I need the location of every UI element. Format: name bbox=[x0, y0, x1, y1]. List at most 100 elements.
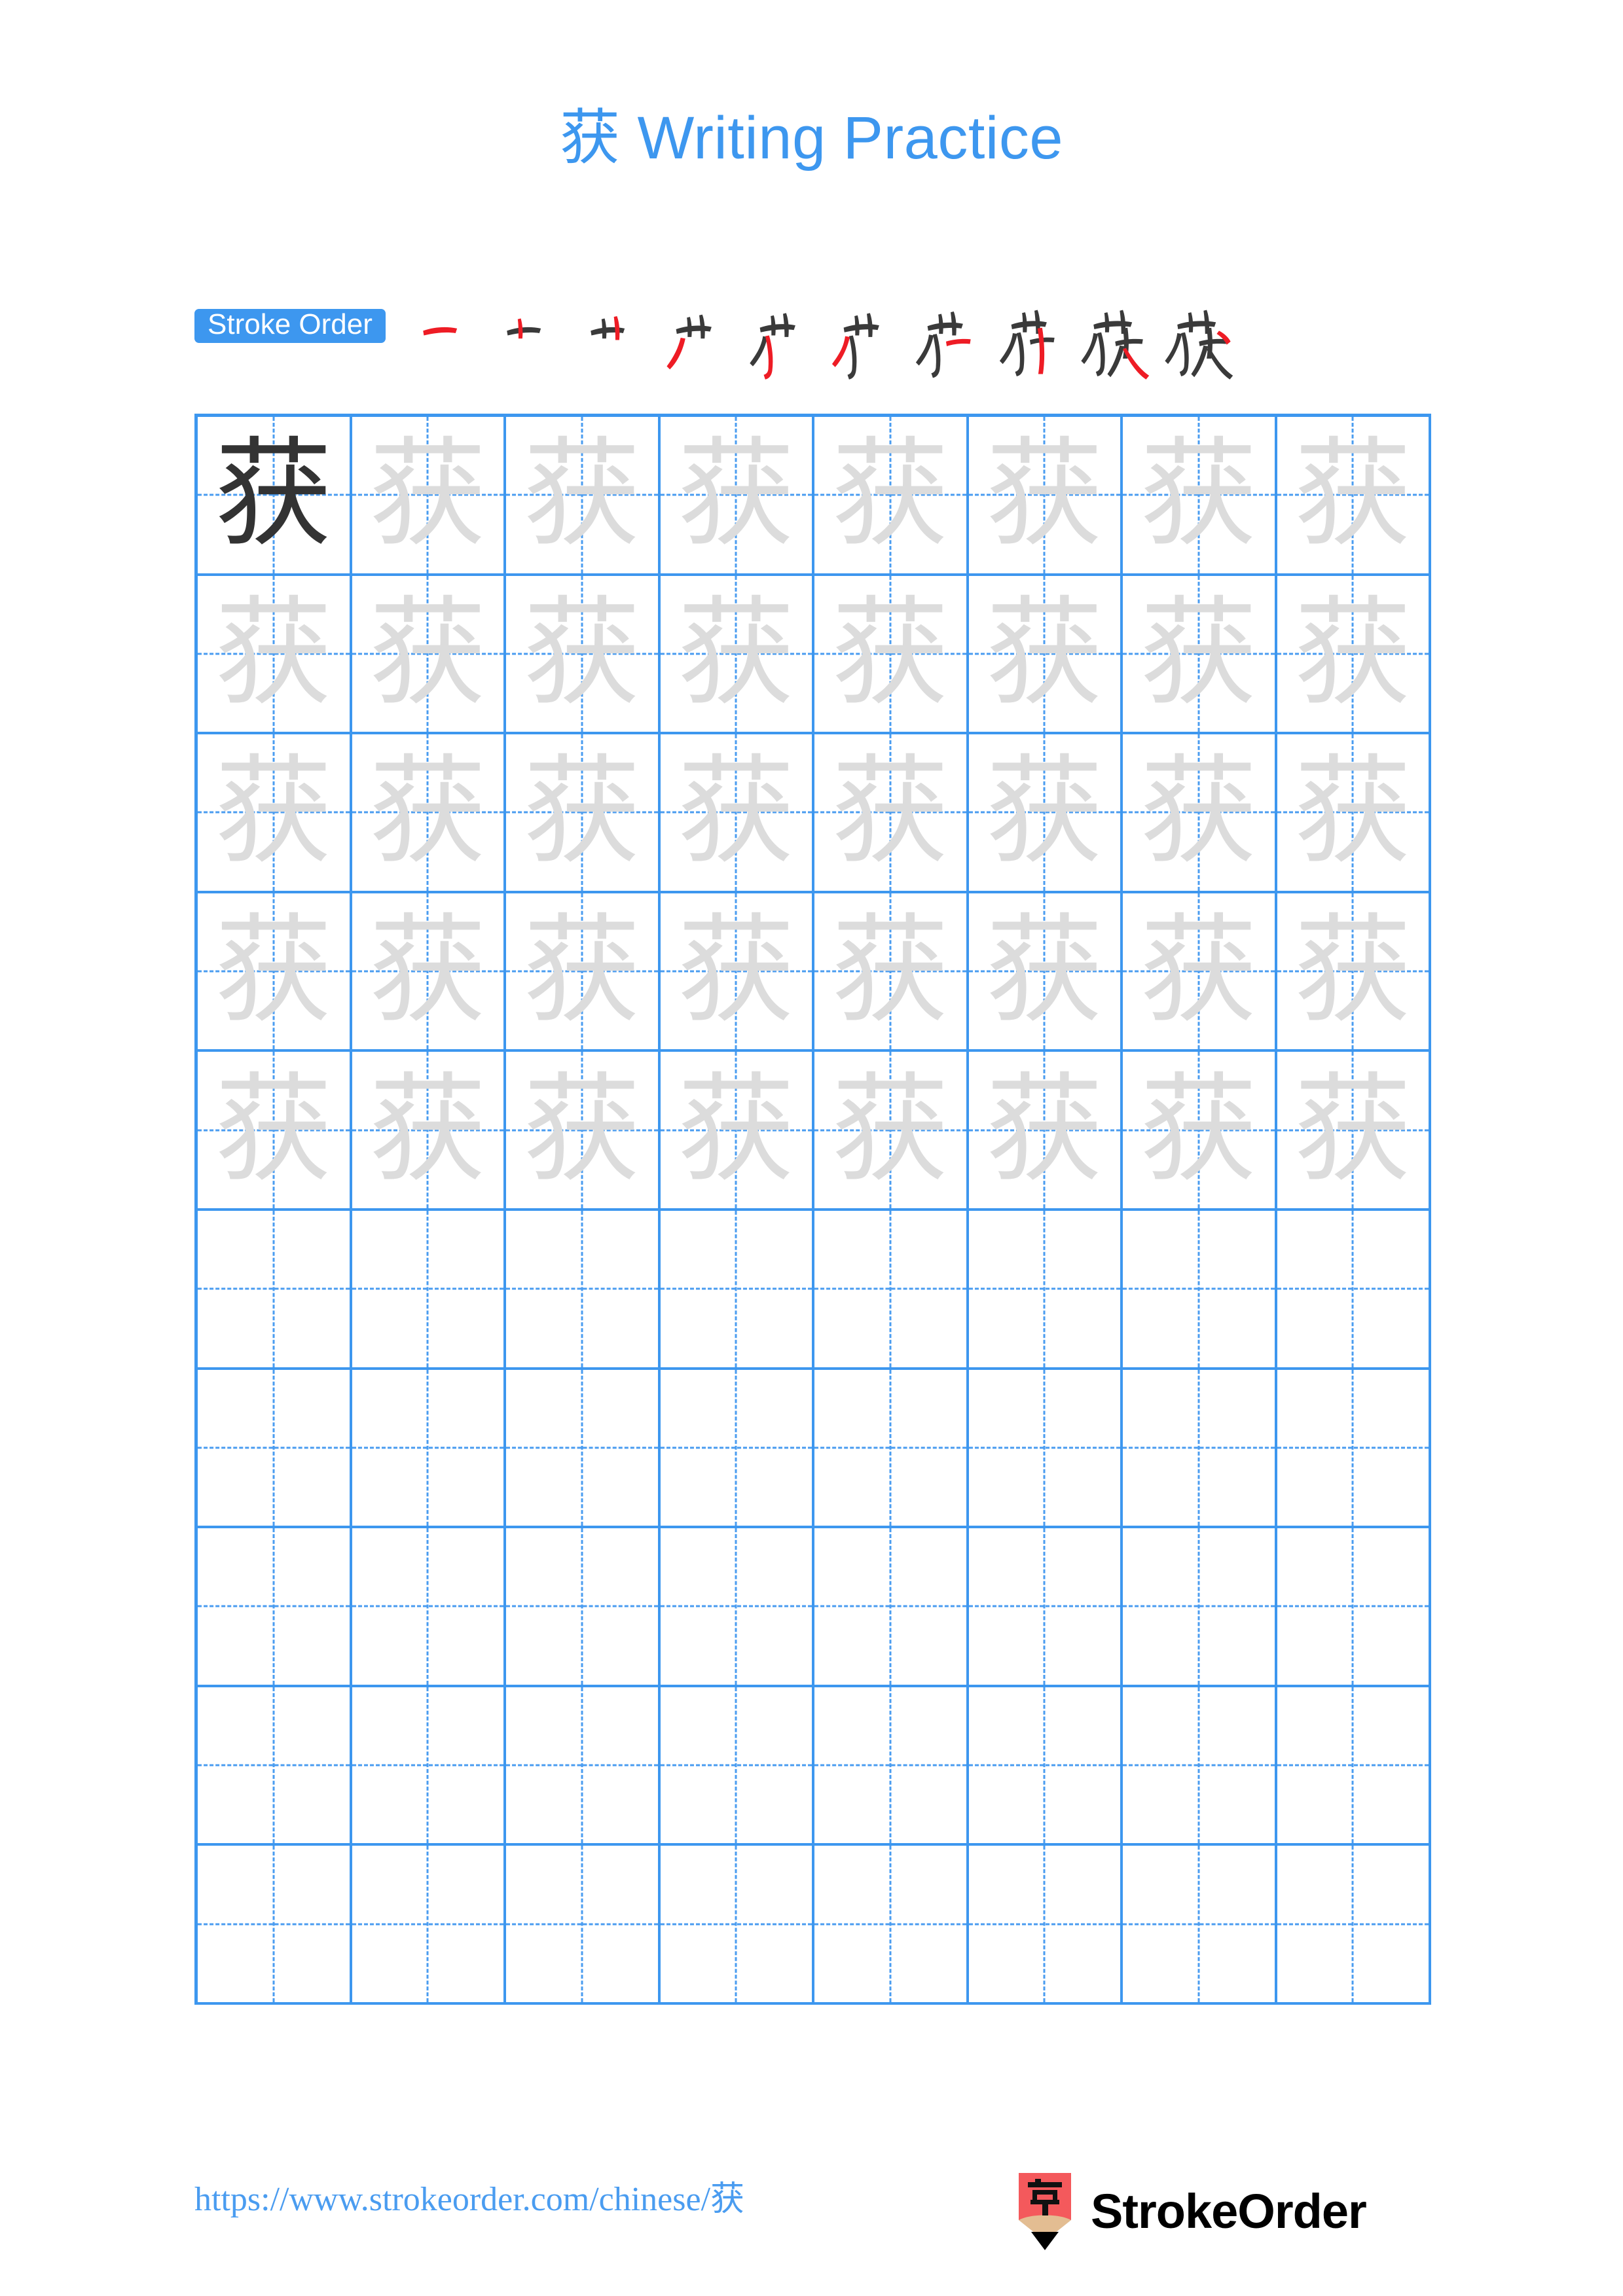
grid-cell-r6-c3[interactable] bbox=[506, 1211, 661, 1370]
empty-practice-cell bbox=[1277, 1846, 1429, 2002]
empty-practice-cell bbox=[198, 1211, 350, 1367]
grid-cell-r1-c7[interactable]: 获 bbox=[1123, 417, 1277, 576]
grid-cell-r7-c3[interactable] bbox=[506, 1369, 661, 1529]
grid-cell-r2-c7[interactable]: 获 bbox=[1123, 575, 1277, 735]
grid-cell-r7-c5[interactable] bbox=[814, 1369, 969, 1529]
empty-practice-cell bbox=[1123, 1846, 1275, 2002]
grid-cell-r2-c4[interactable]: 获 bbox=[660, 575, 814, 735]
grid-cell-r6-c5[interactable] bbox=[814, 1211, 969, 1370]
trace-character: 获 bbox=[985, 584, 1104, 722]
grid-cell-r4-c3[interactable]: 获 bbox=[506, 893, 661, 1052]
grid-cell-r4-c6[interactable]: 获 bbox=[968, 893, 1123, 1052]
grid-cell-r10-c2[interactable] bbox=[352, 1846, 506, 2005]
empty-practice-cell bbox=[1277, 1528, 1429, 1685]
grid-cell-r3-c1[interactable]: 获 bbox=[198, 734, 352, 893]
grid-cell-r4-c8[interactable]: 获 bbox=[1277, 893, 1431, 1052]
grid-cell-r7-c6[interactable] bbox=[968, 1369, 1123, 1529]
grid-cell-r4-c7[interactable]: 获 bbox=[1123, 893, 1277, 1052]
grid-cell-r10-c1[interactable] bbox=[198, 1846, 352, 2005]
grid-cell-r7-c4[interactable] bbox=[660, 1369, 814, 1529]
trace-character: 获 bbox=[985, 426, 1104, 564]
trace-character: 获 bbox=[831, 903, 949, 1040]
grid-cell-r10-c6[interactable] bbox=[968, 1846, 1123, 2005]
grid-cell-r5-c6[interactable]: 获 bbox=[968, 1052, 1123, 1211]
grid-cell-r5-c3[interactable]: 获 bbox=[506, 1052, 661, 1211]
grid-cell-r3-c8[interactable]: 获 bbox=[1277, 734, 1431, 893]
stroke-step-3 bbox=[577, 308, 654, 385]
grid-cell-r4-c1[interactable]: 获 bbox=[198, 893, 352, 1052]
grid-cell-r7-c1[interactable] bbox=[198, 1369, 352, 1529]
grid-cell-r9-c7[interactable] bbox=[1123, 1687, 1277, 1846]
grid-cell-r3-c6[interactable]: 获 bbox=[968, 734, 1123, 893]
grid-cell-r10-c8[interactable] bbox=[1277, 1846, 1431, 2005]
trace-character: 获 bbox=[369, 584, 487, 722]
grid-cell-r6-c4[interactable] bbox=[660, 1211, 814, 1370]
grid-cell-r9-c3[interactable] bbox=[506, 1687, 661, 1846]
practice-grid: 获获获获获获获获获获获获获获获获获获获获获获获获获获获获获获获获获获获获获获获获 bbox=[194, 414, 1431, 2005]
stroke-step-4 bbox=[661, 308, 738, 385]
grid-cell-r1-c8[interactable]: 获 bbox=[1277, 417, 1431, 576]
grid-cell-r8-c8[interactable] bbox=[1277, 1528, 1431, 1687]
grid-cell-r8-c6[interactable] bbox=[968, 1528, 1123, 1687]
grid-cell-r5-c5[interactable]: 获 bbox=[814, 1052, 969, 1211]
grid-cell-r10-c3[interactable] bbox=[506, 1846, 661, 2005]
trace-character: 获 bbox=[985, 744, 1104, 881]
grid-cell-r6-c8[interactable] bbox=[1277, 1211, 1431, 1370]
grid-cell-r2-c6[interactable]: 获 bbox=[968, 575, 1123, 735]
grid-cell-r1-c2[interactable]: 获 bbox=[352, 417, 506, 576]
trace-character: 获 bbox=[677, 903, 795, 1040]
grid-cell-r8-c4[interactable] bbox=[660, 1528, 814, 1687]
grid-cell-r3-c2[interactable]: 获 bbox=[352, 734, 506, 893]
grid-cell-r4-c4[interactable]: 获 bbox=[660, 893, 814, 1052]
grid-cell-r9-c4[interactable] bbox=[660, 1687, 814, 1846]
grid-cell-r6-c7[interactable] bbox=[1123, 1211, 1277, 1370]
grid-cell-r1-c6[interactable]: 获 bbox=[968, 417, 1123, 576]
grid-cell-r5-c2[interactable]: 获 bbox=[352, 1052, 506, 1211]
grid-cell-r10-c4[interactable] bbox=[660, 1846, 814, 2005]
grid-cell-r2-c8[interactable]: 获 bbox=[1277, 575, 1431, 735]
trace-character: 获 bbox=[369, 744, 487, 881]
grid-cell-r8-c3[interactable] bbox=[506, 1528, 661, 1687]
empty-practice-cell bbox=[506, 1528, 658, 1685]
grid-cell-r1-c5[interactable]: 获 bbox=[814, 417, 969, 576]
grid-cell-r9-c6[interactable] bbox=[968, 1687, 1123, 1846]
grid-cell-r9-c8[interactable] bbox=[1277, 1687, 1431, 1846]
grid-cell-r2-c5[interactable]: 获 bbox=[814, 575, 969, 735]
grid-cell-r5-c4[interactable]: 获 bbox=[660, 1052, 814, 1211]
trace-character: 获 bbox=[1139, 744, 1258, 881]
grid-cell-r6-c2[interactable] bbox=[352, 1211, 506, 1370]
grid-cell-r8-c5[interactable] bbox=[814, 1528, 969, 1687]
grid-cell-r1-c3[interactable]: 获 bbox=[506, 417, 661, 576]
grid-cell-r9-c2[interactable] bbox=[352, 1687, 506, 1846]
grid-cell-r2-c1[interactable]: 获 bbox=[198, 575, 352, 735]
empty-practice-cell bbox=[1277, 1687, 1429, 1844]
grid-cell-r3-c3[interactable]: 获 bbox=[506, 734, 661, 893]
grid-cell-r10-c5[interactable] bbox=[814, 1846, 969, 2005]
grid-cell-r9-c5[interactable] bbox=[814, 1687, 969, 1846]
trace-character: 获 bbox=[985, 903, 1104, 1040]
grid-cell-r7-c8[interactable] bbox=[1277, 1369, 1431, 1529]
grid-cell-r8-c7[interactable] bbox=[1123, 1528, 1277, 1687]
grid-cell-r10-c7[interactable] bbox=[1123, 1846, 1277, 2005]
grid-cell-r4-c5[interactable]: 获 bbox=[814, 893, 969, 1052]
grid-cell-r3-c7[interactable]: 获 bbox=[1123, 734, 1277, 893]
footer-url-link[interactable]: https://www.strokeorder.com/chinese/获 bbox=[194, 2179, 744, 2220]
grid-cell-r7-c7[interactable] bbox=[1123, 1369, 1277, 1529]
grid-cell-r5-c7[interactable]: 获 bbox=[1123, 1052, 1277, 1211]
grid-cell-r1-c1[interactable]: 获 bbox=[198, 417, 352, 576]
grid-cell-r5-c8[interactable]: 获 bbox=[1277, 1052, 1431, 1211]
grid-cell-r6-c1[interactable] bbox=[198, 1211, 352, 1370]
empty-practice-cell bbox=[1123, 1687, 1275, 1844]
grid-cell-r9-c1[interactable] bbox=[198, 1687, 352, 1846]
grid-cell-r8-c1[interactable] bbox=[198, 1528, 352, 1687]
grid-cell-r8-c2[interactable] bbox=[352, 1528, 506, 1687]
grid-cell-r6-c6[interactable] bbox=[968, 1211, 1123, 1370]
grid-cell-r3-c5[interactable]: 获 bbox=[814, 734, 969, 893]
grid-cell-r2-c3[interactable]: 获 bbox=[506, 575, 661, 735]
grid-cell-r5-c1[interactable]: 获 bbox=[198, 1052, 352, 1211]
grid-cell-r1-c4[interactable]: 获 bbox=[660, 417, 814, 576]
grid-cell-r2-c2[interactable]: 获 bbox=[352, 575, 506, 735]
grid-cell-r3-c4[interactable]: 获 bbox=[660, 734, 814, 893]
grid-cell-r4-c2[interactable]: 获 bbox=[352, 893, 506, 1052]
grid-cell-r7-c2[interactable] bbox=[352, 1369, 506, 1529]
